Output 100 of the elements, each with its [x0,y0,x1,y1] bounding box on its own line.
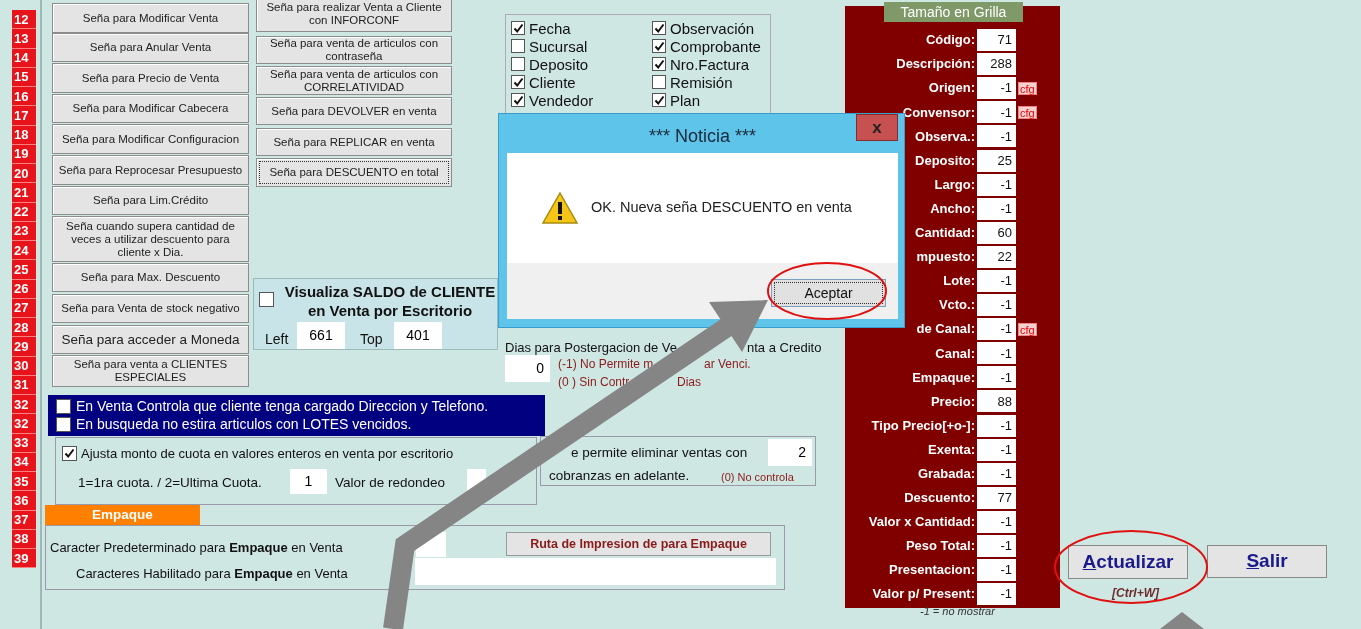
sign-button[interactable]: Seña para Modificar Venta [52,3,249,33]
panel-title: Tamaño en Grilla [884,2,1023,22]
line-number: 37 [12,510,36,530]
input-field[interactable]: -1 [977,583,1016,606]
option-label: Nro.Factura [670,56,750,72]
dialog-message: OK. Nueva seña DESCUENTO en venta [591,198,852,218]
input-field[interactable]: 401 [394,322,442,349]
line-number: 14 [12,48,36,68]
field-label: Canal: [935,344,975,363]
checkbox[interactable] [259,292,274,307]
input-field[interactable]: -1 [977,294,1016,317]
line-number: 27 [12,298,36,318]
input-field[interactable]: -1 [977,342,1016,365]
checkbox[interactable] [652,57,666,71]
input-field[interactable]: -1 [977,535,1016,557]
input-field[interactable]: 0 [505,355,550,382]
field-label: 1=1ra cuota. / 2=Ultima Cuota. [78,474,262,492]
field-label: Código: [925,31,975,50]
input-field[interactable]: -1 [977,559,1016,582]
input-field[interactable]: -1 [977,125,1016,148]
sign-button[interactable]: Seña para Modificar Configuracion [52,124,249,154]
dialog-title: *** Noticia *** [647,125,758,148]
field-label: Caracteres Habilitado para Empaque en Venta [76,565,348,583]
note-text: (0) No controla [721,470,794,485]
exit-button[interactable]: Salir [1207,545,1327,578]
sign-button[interactable]: Seña para venta de articulos con contraseña [256,36,452,64]
input-field[interactable]: 60 [977,221,1016,244]
line-number: 21 [12,183,36,203]
input-field[interactable]: -1 [977,318,1016,341]
sign-button[interactable]: Seña para realizar Venta a Cliente con INFORCONF [256,0,452,32]
note-text: -1 = no mostrar [920,604,995,619]
sign-button[interactable]: Seña para Precio de Venta [52,63,249,93]
checkbox[interactable] [511,75,525,89]
sign-button[interactable]: Seña para DEVOLVER en venta [256,97,452,125]
sign-button[interactable]: Seña para Reprocesar Presupuesto [52,155,249,185]
checkbox[interactable] [652,39,666,53]
input-field[interactable]: 22 [977,245,1016,268]
print-path-button[interactable]: Ruta de Impresion de para Empaque [506,532,771,556]
checkbox[interactable] [511,39,525,53]
field-label: Cantidad: [915,224,975,243]
checkbox[interactable] [511,93,525,107]
checkbox[interactable] [511,21,525,35]
field-label: Valor de redondeo [335,474,446,492]
option-label: En Venta Controla que cliente tenga cargado Direccion y Telefono. [76,397,489,416]
field-label: Descuento: [904,489,975,508]
note-text: ar Venci. [704,356,751,373]
input-field[interactable]: 2 [768,439,812,466]
input-field[interactable]: -1 [977,197,1016,220]
checkbox[interactable] [511,57,525,71]
input-field[interactable]: 88 [977,390,1016,413]
panel-title: Visualiza SALDO de CLIENTE [284,282,496,301]
sign-button[interactable]: Seña para acceder a Moneda [52,325,249,354]
input-field[interactable]: -1 [977,77,1016,100]
sign-button[interactable]: Seña para Modificar Cabecera [52,94,249,123]
input-field[interactable]: 1 [290,469,327,494]
line-number: 34 [12,452,36,472]
line-number: 18 [12,125,36,145]
update-button[interactable]: Actualizar [1068,545,1188,579]
line-number: 39 [12,549,36,569]
input-field[interactable]: 71 [977,29,1016,52]
input-field[interactable]: -1 [977,462,1016,485]
close-button[interactable]: x [856,114,898,141]
input-field[interactable]: 25 [977,149,1016,172]
checkbox[interactable] [62,446,77,462]
sign-button[interactable]: Seña para Anular Venta [52,33,249,62]
input-field[interactable]: 77 [977,486,1016,509]
checkbox[interactable] [652,21,666,35]
sign-button[interactable]: Seña para REPLICAR en venta [256,128,452,156]
field-label: mpuesto: [916,248,975,267]
input-field[interactable]: -1 [977,438,1016,461]
input-field[interactable]: -1 [977,414,1016,437]
input-field[interactable]: -1 [977,510,1016,533]
input-field[interactable]: -1 [977,366,1016,389]
input-field[interactable]: 661 [297,322,345,349]
sign-button[interactable]: Seña para Lim.Crédito [52,186,249,215]
input-field[interactable]: -1 [977,173,1016,196]
sign-button[interactable]: Seña para venta a CLIENTES ESPECIALES [52,355,249,387]
sign-button[interactable]: Seña para Venta de stock negativo [52,294,249,323]
sign-button[interactable]: Seña para DESCUENTO en total [256,158,452,187]
field-label: Exenta: [928,440,975,459]
field-label: Ancho: [930,199,975,218]
input-field[interactable] [415,558,776,585]
checkbox[interactable] [652,75,666,89]
checkbox[interactable] [56,417,71,432]
sign-button[interactable]: Seña para venta de articulos con CORRELATIVIDAD [256,66,452,95]
ok-button[interactable]: Aceptar [771,279,886,307]
checkbox[interactable] [56,399,71,414]
line-number: 23 [12,221,36,241]
note-text: (-1) No Permite m [558,356,654,373]
input-field[interactable]: 288 [977,53,1016,76]
sign-button[interactable]: Seña cuando supera cantidad de veces a utilizar descuento para cliente x Dia. [52,216,249,262]
checkbox[interactable] [652,93,666,107]
option-label: Sucursal [529,38,588,54]
input-field[interactable]: -1 [977,101,1016,124]
input-field[interactable]: -1 [977,270,1016,292]
sign-button[interactable]: Seña para Max. Descuento [52,263,249,292]
line-number: 35 [12,472,36,492]
note-text: Dias [677,374,701,391]
line-number: 13 [12,29,36,49]
field-label: Left [265,330,289,349]
